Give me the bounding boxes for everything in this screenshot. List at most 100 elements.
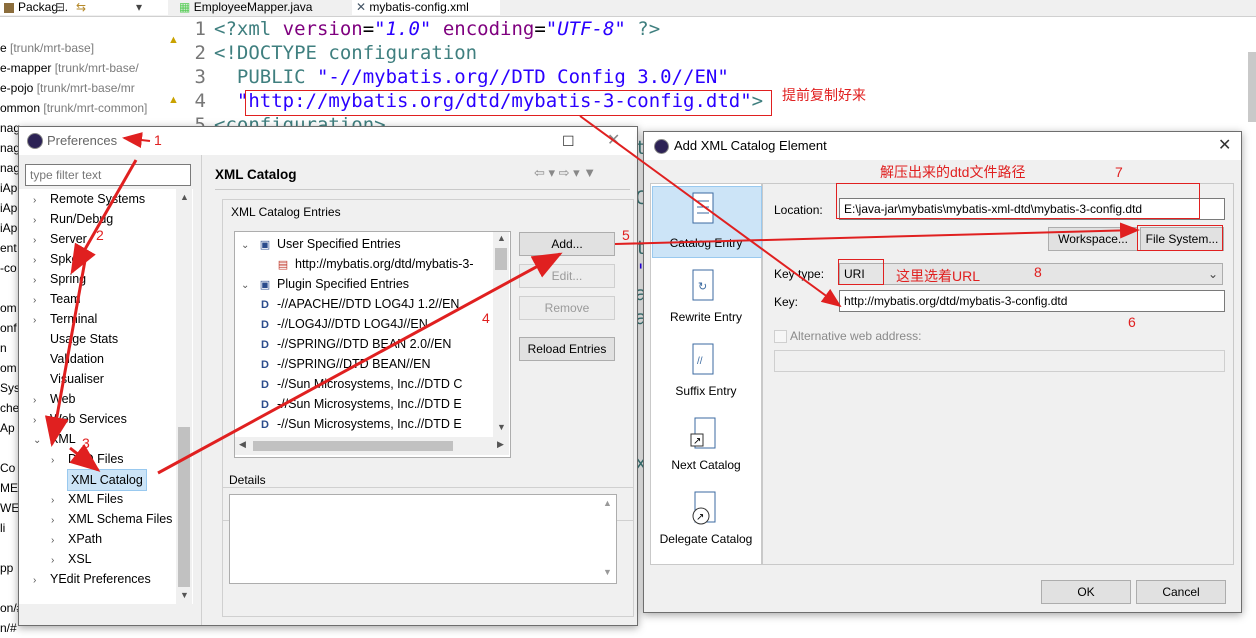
catalog-entry-label[interactable]: Catalog Entry xyxy=(651,236,761,250)
splitter[interactable] xyxy=(201,155,202,625)
pref-tree-item[interactable]: Visualiser xyxy=(33,369,104,389)
chevron-down-icon[interactable]: ⌄ xyxy=(241,236,253,256)
editor-scroll-thumb[interactable] xyxy=(1248,52,1256,122)
chevron-right-icon[interactable]: › xyxy=(51,551,63,571)
catalog-entries-tree[interactable]: ⌄ ▣ User Specified Entries ▤ http://mybatis.… xyxy=(234,231,511,458)
chevron-down-icon[interactable]: ⌄ xyxy=(241,276,253,296)
workspace-button[interactable]: Workspace... xyxy=(1048,227,1138,251)
rewrite-entry-icon[interactable]: ↻ xyxy=(689,266,719,309)
edit-button[interactable]: Edit... xyxy=(519,264,615,288)
pref-tree-item[interactable]: › Remote Systems xyxy=(33,189,145,209)
delegate-catalog-icon[interactable]: ↗ xyxy=(689,488,719,531)
chevron-right-icon[interactable]: › xyxy=(51,451,63,471)
alternative-web-address-checkbox[interactable] xyxy=(774,330,787,343)
pref-tree-item[interactable]: ⌄ XML xyxy=(33,429,76,449)
suffix-entry-label[interactable]: Suffix Entry xyxy=(651,384,761,398)
scroll-down-icon[interactable]: ▼ xyxy=(180,590,189,600)
chevron-right-icon[interactable]: › xyxy=(51,531,63,551)
catalog-entry-row[interactable]: D -//LOG4J//DTD LOG4J//EN xyxy=(259,314,428,334)
package-tree-item[interactable]: e-mapper [trunk/mrt-base/ xyxy=(0,58,175,78)
next-catalog-label[interactable]: Next Catalog xyxy=(651,458,761,472)
scroll-left-icon[interactable]: ◀ xyxy=(239,439,246,450)
delegate-catalog-label[interactable]: Delegate Catalog xyxy=(651,532,761,546)
catalog-entry-icon[interactable] xyxy=(689,189,719,229)
tab-package-explorer[interactable]: Packag... ⊟ ⇆ ▾ xyxy=(0,0,168,15)
close-button[interactable]: ✕ xyxy=(607,127,620,155)
pref-tree-item[interactable]: › Server xyxy=(33,229,87,249)
view-menu-icon[interactable]: ▾ xyxy=(136,0,142,15)
catalog-entry-row[interactable]: ⌄ ▣ User Specified Entries xyxy=(241,234,401,254)
chevron-right-icon[interactable]: › xyxy=(33,571,45,591)
scroll-right-icon[interactable]: ▶ xyxy=(497,439,504,450)
pref-tree-item[interactable]: › DTD Files xyxy=(51,449,124,469)
pref-tree-item[interactable]: › XML Files xyxy=(51,489,123,509)
pref-tree-item[interactable]: › Spring xyxy=(33,269,86,289)
scroll-thumb[interactable] xyxy=(495,248,507,270)
catalog-entry-row[interactable]: ⌄ ▣ Plugin Specified Entries xyxy=(241,274,409,294)
ok-button[interactable]: OK xyxy=(1041,580,1131,604)
maximize-button[interactable]: ☐ xyxy=(562,127,575,155)
reload-entries-button[interactable]: Reload Entries xyxy=(519,337,615,361)
tab-employee-mapper[interactable]: ▦ EmployeeMapper.java xyxy=(175,0,355,15)
filter-input[interactable]: type filter text xyxy=(25,164,191,186)
scroll-thumb[interactable] xyxy=(178,427,190,587)
scroll-up-icon[interactable]: ▲ xyxy=(497,233,506,243)
cancel-button[interactable]: Cancel xyxy=(1136,580,1226,604)
catalog-entry-row[interactable]: D -//Sun Microsystems, Inc.//DTD C xyxy=(259,374,462,394)
pref-tree-item[interactable]: › XML Schema Files xyxy=(51,509,172,529)
pref-tree-item[interactable]: › XSL xyxy=(51,549,92,569)
pref-tree-item[interactable]: XML Catalog xyxy=(67,469,147,491)
scroll-up-icon[interactable]: ▲ xyxy=(180,192,189,202)
nav-back-icon[interactable]: ⇦ ▾ ⇨ ▾ ▼ xyxy=(534,165,596,181)
pref-tree-item[interactable]: Validation xyxy=(33,349,104,369)
chevron-right-icon[interactable]: › xyxy=(33,391,45,411)
pref-tree-item[interactable]: › Spket xyxy=(33,249,82,269)
chevron-right-icon[interactable]: › xyxy=(33,211,45,231)
chevron-right-icon[interactable]: › xyxy=(33,411,45,431)
chevron-right-icon[interactable]: › xyxy=(51,491,63,511)
scroll-down-icon[interactable]: ▼ xyxy=(497,422,506,432)
pref-tree-item[interactable]: › YEdit Preferences xyxy=(33,569,151,589)
scroll-down-icon[interactable]: ▼ xyxy=(603,567,612,577)
remove-button[interactable]: Remove xyxy=(519,296,615,320)
rewrite-entry-label[interactable]: Rewrite Entry xyxy=(651,310,761,324)
chevron-right-icon[interactable]: › xyxy=(33,231,45,251)
pref-tree-item[interactable]: Usage Stats xyxy=(33,329,118,349)
entries-hscroll[interactable]: ◀ ▶ xyxy=(235,437,509,455)
catalog-entry-row[interactable]: D -//SPRING//DTD BEAN//EN xyxy=(259,354,430,374)
catalog-entry-row[interactable]: D -//APACHE//DTD LOG4J 1.2//EN xyxy=(259,294,459,314)
catalog-entry-row[interactable]: D -//Sun Microsystems, Inc.//DTD E xyxy=(259,394,462,414)
entries-vscroll[interactable]: ▲ ▼ xyxy=(493,232,509,437)
package-tree-item[interactable]: e [trunk/mrt-base] xyxy=(0,38,175,58)
chevron-down-icon[interactable]: ⌄ xyxy=(33,431,45,451)
catalog-entry-row[interactable]: D -//SPRING//DTD BEAN 2.0//EN xyxy=(259,334,451,354)
chevron-right-icon[interactable]: › xyxy=(33,191,45,211)
pref-tree-item[interactable]: › Team xyxy=(33,289,81,309)
chevron-right-icon[interactable]: › xyxy=(33,271,45,291)
scroll-up-icon[interactable]: ▲ xyxy=(603,498,612,508)
package-tree-item[interactable]: e-pojo [trunk/mrt-base/mr xyxy=(0,78,175,98)
pref-tree-item[interactable]: › Terminal xyxy=(33,309,97,329)
suffix-entry-icon[interactable]: // xyxy=(689,340,719,383)
link-editor-icon[interactable]: ⇆ xyxy=(76,0,86,15)
tab-mybatis-config[interactable]: ✕ mybatis-config.xml xyxy=(352,0,500,15)
chevron-right-icon[interactable]: › xyxy=(33,251,45,271)
key-input[interactable]: http://mybatis.org/dtd/mybatis-3-config.… xyxy=(839,290,1225,312)
alternative-web-address-input[interactable] xyxy=(774,350,1225,372)
nav-scrollbar[interactable]: ▲ ▼ xyxy=(176,189,192,604)
pref-tree-item[interactable]: › XPath xyxy=(51,529,102,549)
pref-tree-item[interactable]: › Web Services xyxy=(33,409,127,429)
chevron-right-icon[interactable]: › xyxy=(33,311,45,331)
pref-tree-item[interactable]: › Run/Debug xyxy=(33,209,113,229)
chevron-right-icon[interactable]: › xyxy=(51,511,63,531)
collapse-all-icon[interactable]: ⊟ xyxy=(55,0,65,15)
pref-tree-item[interactable]: › Web xyxy=(33,389,75,409)
add-button[interactable]: Add... xyxy=(519,232,615,256)
details-textarea[interactable]: ▲ ▼ xyxy=(229,494,617,584)
catalog-entry-row[interactable]: ▤ http://mybatis.org/dtd/mybatis-3- xyxy=(277,254,474,274)
next-catalog-icon[interactable]: ↗ xyxy=(689,414,719,457)
package-tree-item[interactable]: ommon [trunk/mrt-common] xyxy=(0,98,175,118)
scroll-thumb[interactable] xyxy=(253,441,453,451)
catalog-entry-row[interactable]: D -//Sun Microsystems, Inc.//DTD E xyxy=(259,414,462,434)
chevron-right-icon[interactable]: › xyxy=(33,291,45,311)
